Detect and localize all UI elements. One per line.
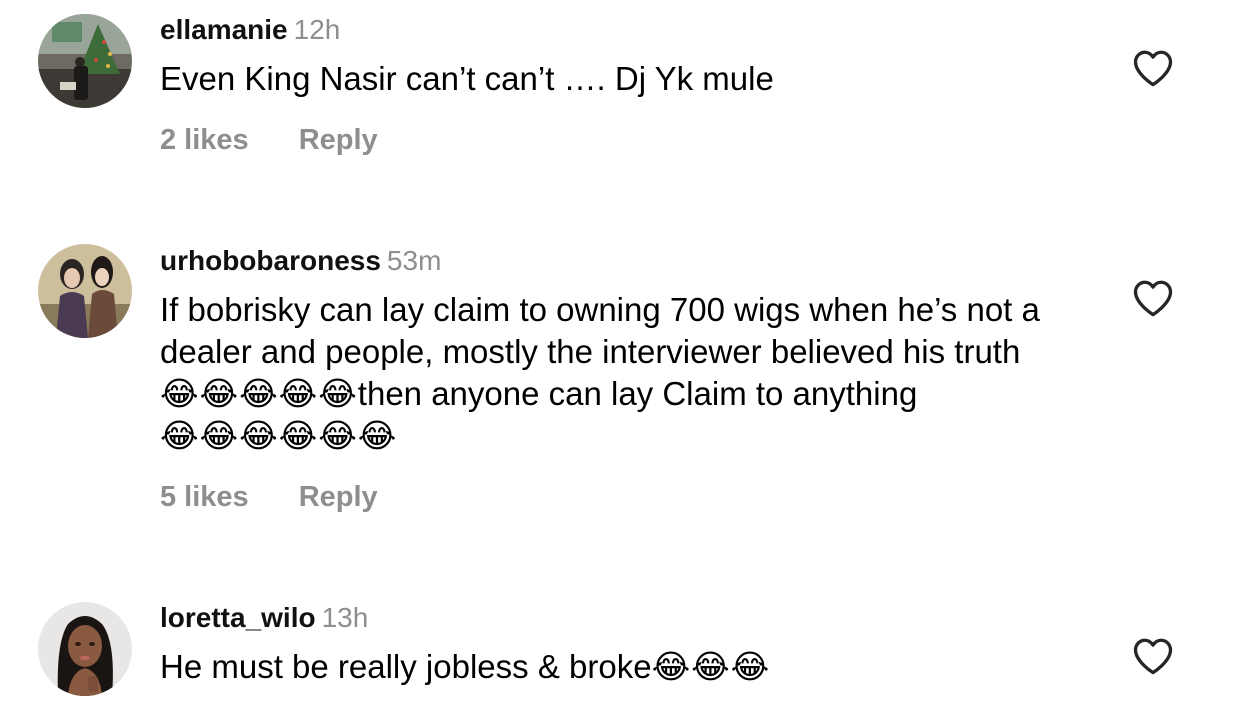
like-button[interactable] — [1132, 636, 1174, 676]
avatar[interactable] — [38, 602, 132, 696]
comment-body: He must be really jobless & broke — [160, 648, 652, 685]
heart-outline-icon — [1133, 638, 1173, 675]
comment-meta: loretta_wilo 13h — [160, 601, 368, 635]
timestamp: 13h — [321, 602, 369, 633]
emoji-group: 😂😂😂 — [651, 648, 771, 685]
avatar-image — [38, 602, 132, 696]
comment-text: He must be really jobless & broke😂😂😂 — [160, 646, 1090, 688]
username[interactable]: loretta_wilo — [160, 602, 316, 633]
comment-item: loretta_wilo 13h He must be really jobles… — [0, 0, 1242, 702]
